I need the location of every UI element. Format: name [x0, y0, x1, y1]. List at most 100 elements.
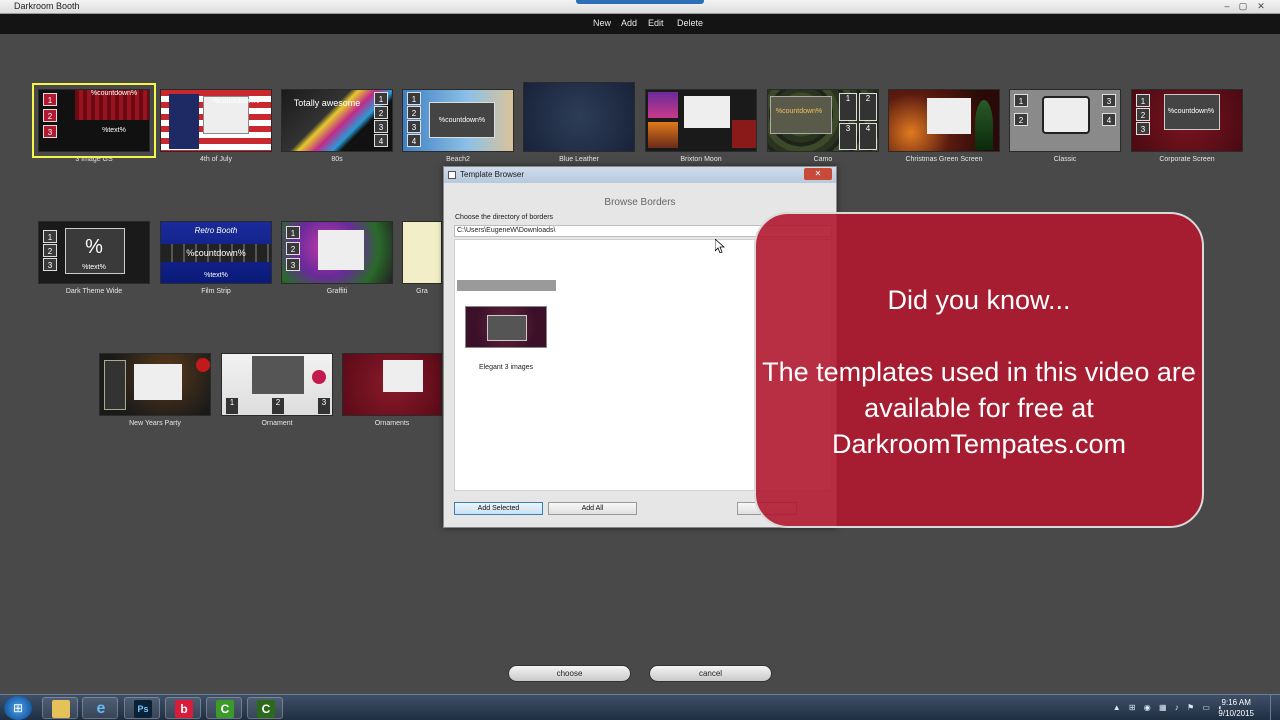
menu-edit[interactable]: Edit [648, 18, 664, 28]
clock-date: 9/10/2015 [1218, 709, 1254, 718]
dialog-close-button[interactable]: ✕ [804, 168, 832, 180]
add-selected-button[interactable]: Add Selected [454, 502, 543, 515]
taskbar-photoshop[interactable]: Ps [124, 697, 160, 719]
text-placeholder: %text% [82, 264, 106, 271]
template-label: New Years Party [129, 420, 181, 427]
left-photo-slots: 1 2 [1014, 94, 1028, 126]
slot-2: 2 [272, 398, 284, 414]
template-label: Film Strip [201, 288, 231, 295]
template-classic[interactable]: 1 2 3 4 Classic [1009, 89, 1121, 163]
dialog-titlebar: Template Browser ✕ [444, 167, 836, 183]
start-button[interactable]: ⊞ [4, 696, 32, 720]
slot-1: 1 [407, 92, 421, 105]
taskbar-internet-explorer[interactable]: e [82, 697, 118, 719]
slot-2: 2 [43, 109, 57, 122]
menu-new[interactable]: New [593, 18, 611, 28]
taskbar-camtasia-1[interactable]: C [206, 697, 242, 719]
template-ornament[interactable]: 1 2 3 Ornament [221, 353, 333, 427]
template-thumbnail [402, 221, 442, 284]
darkroom-icon: b [175, 700, 193, 718]
ornament-icon [312, 370, 326, 384]
template-thumbnail: 1 2 3 4 %countdown% [402, 89, 514, 152]
slot-1: 1 [43, 93, 57, 106]
taskbar-darkroom-booth[interactable]: b [165, 697, 201, 719]
template-label: Ornaments [374, 420, 410, 427]
taskbar-explorer[interactable] [42, 697, 78, 719]
slot-3: 3 [318, 398, 330, 414]
countdown-placeholder: %countdown% [1167, 108, 1215, 115]
template-thumbnail [99, 353, 211, 416]
template-graffiti[interactable]: 1 2 3 Graffiti [281, 221, 393, 295]
horizontal-scrollbar[interactable] [457, 280, 556, 291]
template-80s[interactable]: Totally awesome 1 2 3 4 80s [281, 89, 393, 163]
template-beach2[interactable]: 1 2 3 4 %countdown% Beach2 [402, 89, 514, 163]
template-4th-of-july[interactable]: %countdown% 4th of July [160, 89, 272, 163]
slot-3: 3 [1136, 122, 1150, 135]
photo-slots: 1 2 3 [43, 93, 57, 138]
photo-slots: 1 2 3 4 [374, 92, 388, 147]
photo-row: 1 2 3 [224, 398, 332, 414]
menu-bar: New Add Edit Delete [0, 14, 1280, 34]
countdown-placeholder: %countdown% [90, 90, 138, 97]
dialog-heading: Browse Borders [604, 197, 676, 208]
maximize-button[interactable]: ▢ [1236, 1, 1250, 12]
countdown-placeholder: %countdown% [186, 248, 246, 258]
slot-2: 2 [859, 93, 877, 121]
template-label: Ornament [261, 420, 293, 427]
camtasia-recorder-icon: C [257, 700, 275, 718]
choose-button[interactable]: choose [508, 665, 631, 682]
template-brixton-moon[interactable]: Brixton Moon [645, 89, 757, 163]
minimize-button[interactable]: – [1220, 1, 1234, 12]
template-film-strip[interactable]: Retro Booth %countdown% %text% Film Stri… [160, 221, 272, 295]
template-thumbnail: 1 2 3 % %text% [38, 221, 150, 284]
slot-1: 1 [1136, 94, 1150, 107]
template-thumbnail: 1 2 3 4 [1009, 89, 1121, 152]
countdown-box [252, 356, 304, 394]
template-label: Classic [1053, 156, 1077, 163]
directory-label: Choose the directory of borders [455, 214, 554, 221]
menu-delete[interactable]: Delete [677, 18, 703, 28]
title-accent [576, 0, 704, 4]
template-label: Gra [416, 288, 428, 295]
template-christmas-green-screen[interactable]: Christmas Green Screen [888, 89, 1000, 163]
border-item-elegant[interactable]: Elegant 3 images [465, 306, 547, 371]
ie-icon: e [96, 700, 106, 717]
template-label: Beach2 [446, 156, 470, 163]
countdown-placeholder: %countdown% [212, 98, 260, 105]
template-3-image-gs[interactable]: 1 2 3 %countdown% %text% 3 Image GS [32, 83, 156, 163]
add-all-button[interactable]: Add All [548, 502, 637, 515]
template-label: Dark Theme Wide [65, 288, 123, 295]
countdown-placeholder: %countdown% [438, 117, 486, 124]
show-desktop-button[interactable] [1270, 695, 1280, 720]
taskbar-clock[interactable]: 9:16 AM 9/10/2015 [1218, 697, 1254, 719]
template-corporate-screen[interactable]: 1 2 3 %countdown% Corporate Screen [1131, 89, 1243, 163]
template-new-years-party[interactable]: New Years Party [99, 353, 211, 427]
window-icon [448, 171, 456, 179]
template-ornaments[interactable]: Ornaments [342, 353, 442, 427]
darkroom-booth-app: Darkroom Booth – ▢ ✕ New Add Edit Delete… [0, 0, 1280, 720]
cancel-button[interactable]: cancel [649, 665, 772, 682]
window-title: Darkroom Booth [14, 1, 80, 11]
photo-slots: 1 2 3 [286, 226, 300, 271]
text-placeholder: %text% [204, 272, 228, 279]
slot-3: 3 [43, 125, 57, 138]
template-thumbnail [888, 89, 1000, 152]
template-camo[interactable]: %countdown% 1 2 3 4 Camo [767, 89, 879, 163]
close-button[interactable]: ✕ [1254, 1, 1268, 12]
menu-add[interactable]: Add [621, 18, 637, 28]
template-label: Camo [813, 156, 833, 163]
info-card [318, 230, 364, 270]
slot-3: 3 [286, 258, 300, 271]
camtasia-icon: C [216, 700, 234, 718]
taskbar-camtasia-2[interactable]: C [247, 697, 283, 719]
template-label: Graffiti [326, 288, 348, 295]
info-card [134, 364, 182, 400]
mouse-cursor-icon [715, 239, 725, 253]
slot-4: 4 [859, 122, 877, 150]
template-blue-leather[interactable]: Blue Leather [523, 82, 635, 163]
slot-2: 2 [286, 242, 300, 255]
system-tray[interactable]: ▲ ⊞ ◉ ▦ ♪ ⚑ ▭ ◐ [1113, 703, 1226, 712]
template-gra[interactable]: Gra [402, 221, 442, 295]
dialog-title: Template Browser [460, 170, 525, 179]
template-dark-theme-wide[interactable]: 1 2 3 % %text% Dark Theme Wide [38, 221, 150, 295]
